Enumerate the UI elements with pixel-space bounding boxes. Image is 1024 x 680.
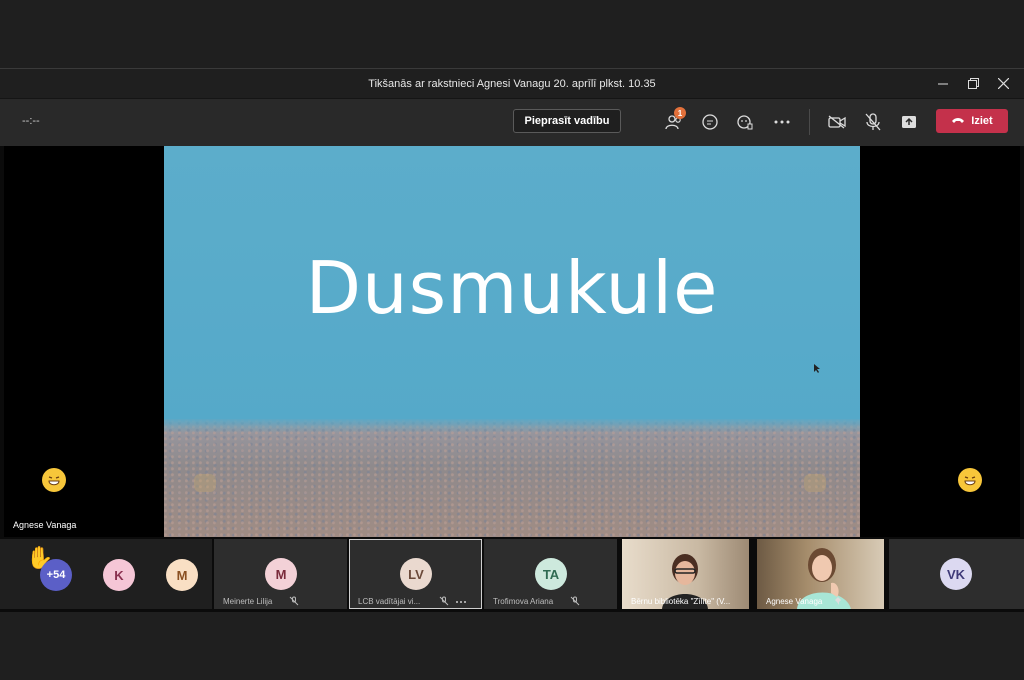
minimize-icon[interactable] (928, 69, 958, 98)
presenter-name: Agnese Vanaga (13, 520, 77, 530)
participant-video-tile[interactable]: Bērnu bibliotēka "Zīlīte" (V... (622, 539, 749, 609)
mic-off-icon[interactable] (862, 111, 884, 133)
laughing-emoji-icon (958, 468, 982, 492)
meeting-timer: --:-- (22, 115, 40, 127)
shared-screen-floor (164, 419, 860, 537)
participant-avatar: TA (535, 558, 567, 590)
leave-label: Iziet (971, 115, 993, 127)
request-control-button[interactable]: Pieprasīt vadību (513, 109, 621, 133)
phone-hangup-icon (951, 115, 965, 127)
participant-avatar: LV (400, 558, 432, 590)
people-icon[interactable]: 1 (663, 107, 686, 133)
participant-name: LCB vadītājai vi... (358, 597, 421, 606)
mic-off-icon (570, 596, 580, 606)
participant-name: Meinerte Lilija (223, 597, 273, 606)
mouse-cursor-icon (814, 364, 820, 373)
mic-off-icon (439, 596, 449, 606)
title-bar: Tikšanās ar rakstnieci Agnesi Vanagu 20.… (0, 69, 1024, 98)
participant-tile[interactable]: VK (889, 539, 1024, 609)
restore-icon[interactable] (958, 69, 988, 98)
participant-group-tile: ✋ +54 K M (0, 539, 212, 609)
participant-name: Agnese Vanaga (766, 597, 823, 606)
chat-icon[interactable] (699, 111, 721, 133)
participant-tile[interactable]: LV LCB vadītājai vi... (349, 539, 482, 609)
thumbs-up-icon (804, 474, 826, 492)
overflow-count[interactable]: +54 (40, 559, 72, 591)
meeting-window: Tikšanās ar rakstnieci Agnesi Vanagu 20.… (0, 68, 1024, 612)
participant-tile[interactable]: M Meinerte Lilija (214, 539, 347, 609)
participant-name: Trofimova Ariana (493, 597, 554, 606)
participant-video-tile[interactable]: Agnese Vanaga (757, 539, 884, 609)
participants-badge: 1 (674, 107, 686, 119)
leave-button[interactable]: Iziet (936, 109, 1008, 133)
thumbs-up-icon (194, 474, 216, 492)
toolbar-divider (809, 109, 810, 135)
meeting-title: Tikšanās ar rakstnieci Agnesi Vanagu 20.… (368, 77, 656, 90)
shared-screen: Dusmukule (164, 146, 860, 537)
meeting-toolbar: --:-- Pieprasīt vadību 1 Iziet (0, 98, 1024, 146)
participant-avatar: VK (940, 558, 972, 590)
close-icon[interactable] (988, 69, 1018, 98)
participant-avatar: M (265, 558, 297, 590)
meeting-stage: Dusmukule Agnese Vanaga (4, 146, 1020, 537)
participant-avatar[interactable]: M (166, 559, 198, 591)
shared-content-title: Dusmukule (305, 246, 719, 330)
reactions-icon[interactable] (734, 111, 756, 133)
more-icon[interactable] (771, 111, 793, 133)
more-options-icon[interactable] (455, 596, 467, 606)
pin-icon (835, 597, 841, 605)
mic-off-icon (289, 596, 299, 606)
participant-name: Bērnu bibliotēka "Zīlīte" (V... (631, 597, 731, 606)
laughing-emoji-icon (42, 468, 66, 492)
participant-avatar[interactable]: K (103, 559, 135, 591)
participant-tile[interactable]: TA Trofimova Ariana (484, 539, 617, 609)
share-tray-icon[interactable] (898, 111, 920, 133)
participant-strip: ✋ +54 K M M Meinerte Lilija LV LCB vadīt… (0, 539, 1024, 611)
camera-off-icon[interactable] (826, 111, 848, 133)
